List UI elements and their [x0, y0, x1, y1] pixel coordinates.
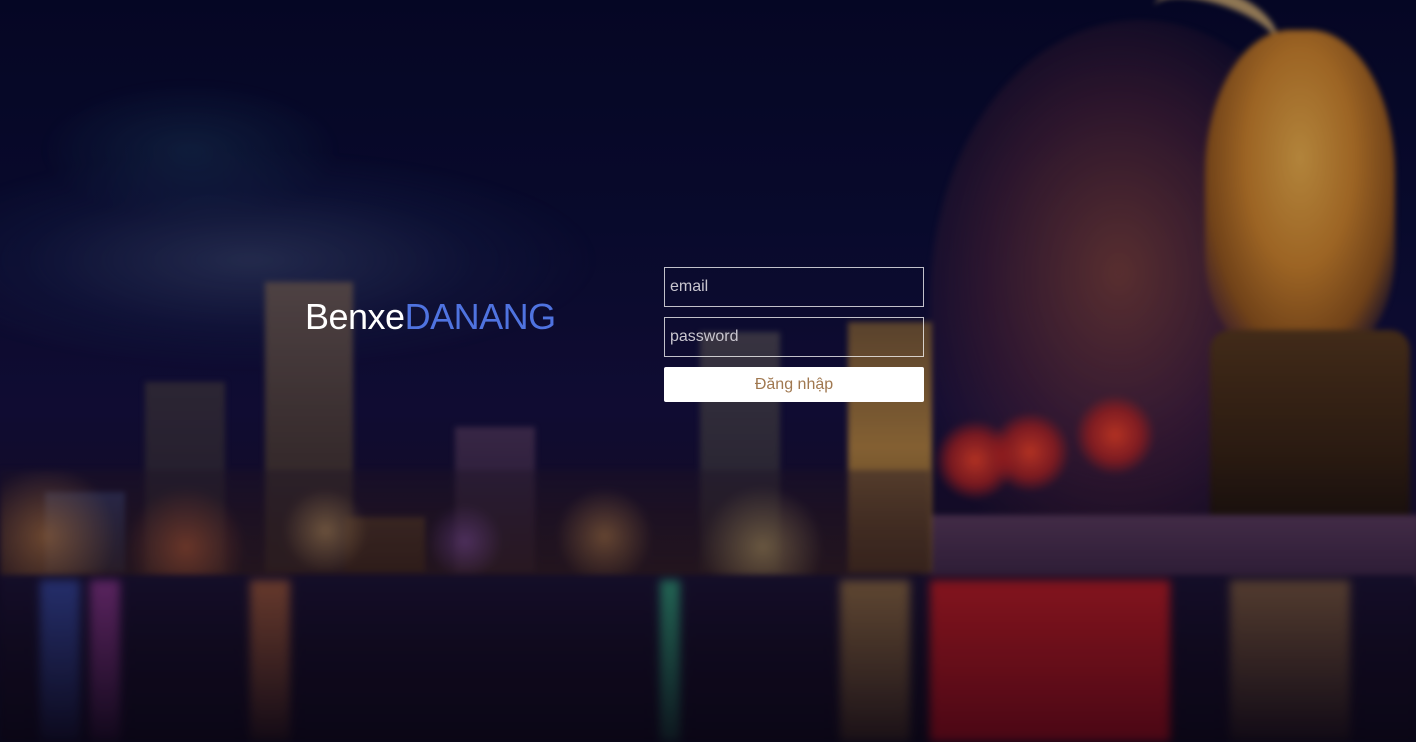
login-form: Đăng nhập	[664, 267, 924, 402]
brand-name-part1: Benxe	[305, 296, 405, 337]
brand-logo: BenxeDANANG	[305, 296, 556, 338]
email-field[interactable]	[664, 267, 924, 307]
login-button[interactable]: Đăng nhập	[664, 367, 924, 402]
login-page: BenxeDANANG Đăng nhập	[0, 0, 1416, 742]
password-field[interactable]	[664, 317, 924, 357]
brand-name-part2: DANANG	[404, 296, 557, 337]
